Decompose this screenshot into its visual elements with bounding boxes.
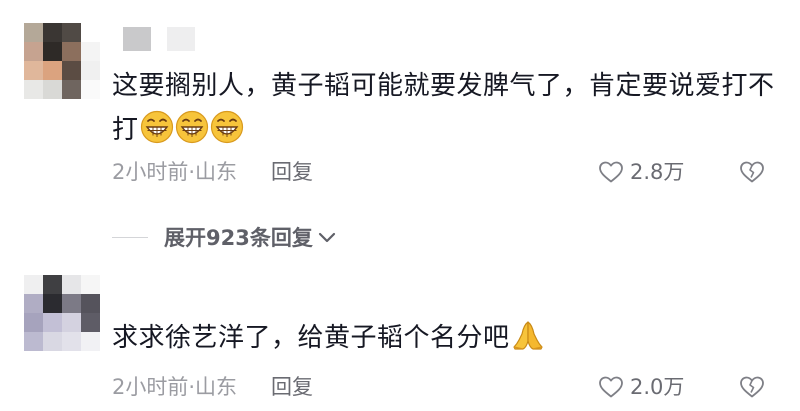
expand-replies-label: 展开923条回复 xyxy=(164,226,313,250)
username-blurred[interactable] xyxy=(123,27,195,51)
expand-replies-button[interactable]: 展开923条回复 xyxy=(112,222,337,252)
like-button[interactable]: 2.0万 xyxy=(598,372,684,402)
comment-text: 求求徐艺洋了，给黄子韬个名分吧 xyxy=(112,316,782,360)
grin-emoji-icon xyxy=(210,110,243,144)
avatar[interactable] xyxy=(24,23,100,99)
dislike-button[interactable] xyxy=(738,160,766,184)
reply-button[interactable]: 回复 xyxy=(271,372,313,402)
heart-icon xyxy=(599,161,623,183)
divider-line xyxy=(112,236,148,238)
like-count: 2.0万 xyxy=(630,375,685,399)
heart-icon xyxy=(599,376,623,398)
broken-heart-icon xyxy=(740,161,764,183)
comment-meta: 2小时前·山东 回复 2.0万 xyxy=(112,372,772,402)
blurred-block xyxy=(123,27,151,51)
comment-text: 这要搁别人，黄子韬可能就要发脾气了，肯定要说爱打不打 xyxy=(112,64,782,152)
time-location: 2小时前·山东 xyxy=(112,375,238,399)
comment-meta: 2小时前·山东 回复 2.8万 xyxy=(112,157,772,187)
avatar[interactable] xyxy=(24,275,100,351)
broken-heart-icon xyxy=(740,376,764,398)
pray-emoji-icon xyxy=(512,321,543,350)
reply-button[interactable]: 回复 xyxy=(271,157,313,187)
grin-emoji-icon xyxy=(175,110,208,144)
grin-emoji-icon xyxy=(140,110,173,144)
dislike-button[interactable] xyxy=(738,375,766,399)
like-count: 2.8万 xyxy=(630,160,685,184)
time-location: 2小时前·山东 xyxy=(112,160,238,184)
comment-body: 求求徐艺洋了，给黄子韬个名分吧 xyxy=(112,323,510,353)
chevron-down-icon xyxy=(318,232,335,243)
like-button[interactable]: 2.8万 xyxy=(598,157,684,187)
comment-section: 这要搁别人，黄子韬可能就要发脾气了，肯定要说爱打不打 2小时前·山东 回复 2.… xyxy=(0,0,800,411)
blurred-block xyxy=(167,27,195,51)
